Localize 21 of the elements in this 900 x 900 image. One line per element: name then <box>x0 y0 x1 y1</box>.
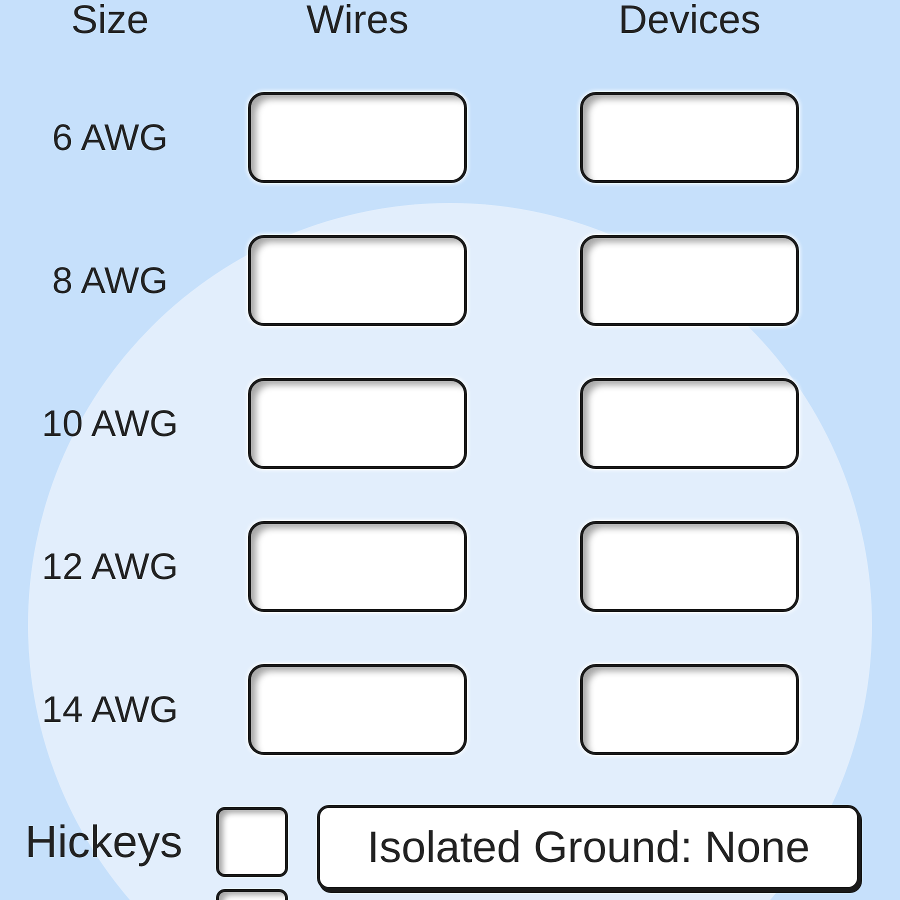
wires-input[interactable] <box>248 378 467 469</box>
devices-input[interactable] <box>580 378 799 469</box>
size-header: Size <box>71 0 149 40</box>
wire-size-label: 10 AWG <box>42 402 178 444</box>
wires-input[interactable] <box>248 235 467 326</box>
devices-input[interactable] <box>580 235 799 326</box>
devices-header: Devices <box>618 0 761 40</box>
wires-input[interactable] <box>248 521 467 612</box>
wires-input[interactable] <box>248 92 467 183</box>
devices-input[interactable] <box>580 92 799 183</box>
devices-input[interactable] <box>580 521 799 612</box>
wire-size-label: 6 AWG <box>52 116 168 158</box>
wire-size-label: 12 AWG <box>42 546 178 588</box>
wire-size-label: 14 AWG <box>42 688 178 730</box>
wire-size-label: 8 AWG <box>52 260 168 302</box>
checkbox[interactable] <box>216 807 288 877</box>
devices-input[interactable] <box>580 664 799 755</box>
option-label: Hickeys <box>25 816 184 868</box>
wires-header: Wires <box>305 0 410 40</box>
isolated-ground-button[interactable]: Isolated Ground: None <box>317 805 860 890</box>
wires-input[interactable] <box>248 664 467 755</box>
